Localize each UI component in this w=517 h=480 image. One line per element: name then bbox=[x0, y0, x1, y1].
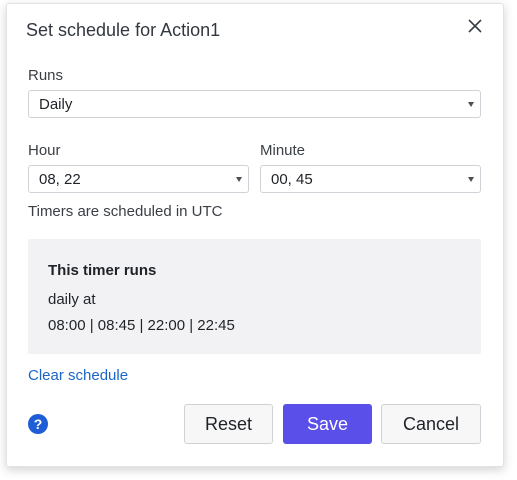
help-icon[interactable]: ? bbox=[28, 414, 48, 434]
dialog-title: Set schedule for Action1 bbox=[26, 20, 221, 40]
summary-frequency: daily at bbox=[48, 291, 96, 308]
minute-label: Minute bbox=[260, 142, 306, 159]
minute-select[interactable]: 00, 45 bbox=[260, 165, 481, 193]
hour-select-value: 08, 22 bbox=[39, 170, 81, 188]
chevron-down-icon bbox=[236, 177, 242, 182]
chevron-down-icon bbox=[468, 102, 474, 107]
timezone-note: Timers are scheduled in UTC bbox=[28, 203, 223, 220]
help-glyph: ? bbox=[33, 416, 43, 432]
reset-button[interactable]: Reset bbox=[184, 404, 273, 444]
schedule-summary: This timer runs daily at 08:00 | 08:45 |… bbox=[28, 239, 481, 354]
cancel-button[interactable]: Cancel bbox=[381, 404, 481, 444]
schedule-dialog: Set schedule for Action1 Runs Daily Hour… bbox=[6, 3, 504, 467]
summary-heading: This timer runs bbox=[48, 262, 157, 279]
minute-select-value: 00, 45 bbox=[271, 170, 313, 188]
runs-select[interactable]: Daily bbox=[28, 90, 481, 118]
runs-select-value: Daily bbox=[39, 95, 73, 113]
hour-label: Hour bbox=[28, 142, 61, 159]
close-icon[interactable] bbox=[465, 16, 485, 36]
runs-label: Runs bbox=[28, 67, 64, 84]
clear-schedule-link[interactable]: Clear schedule bbox=[28, 367, 128, 384]
summary-times: 08:00 | 08:45 | 22:00 | 22:45 bbox=[48, 317, 235, 334]
save-button[interactable]: Save bbox=[283, 404, 372, 444]
hour-select[interactable]: 08, 22 bbox=[28, 165, 249, 193]
chevron-down-icon bbox=[468, 177, 474, 182]
